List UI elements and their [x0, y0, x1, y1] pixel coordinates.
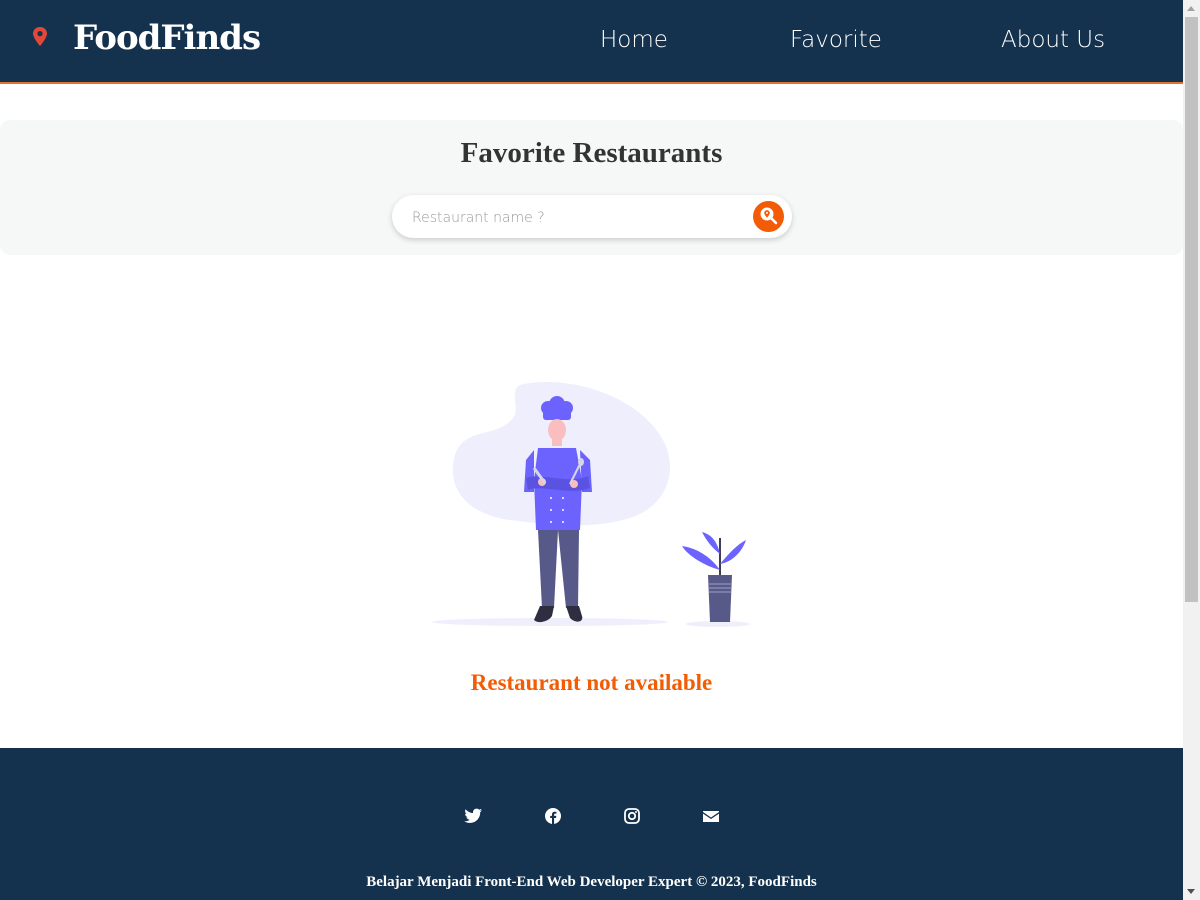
facebook-icon — [545, 808, 561, 824]
site-footer: Belajar Menjadi Front-End Web Developer … — [0, 748, 1183, 900]
twitter-icon — [464, 808, 482, 823]
facebook-link[interactable] — [543, 808, 563, 824]
scrollbar-thumb[interactable] — [1185, 17, 1198, 602]
page-title: Favorite Restaurants — [460, 137, 723, 169]
main-nav: Home Favorite About Us — [0, 27, 1183, 57]
twitter-link[interactable] — [463, 808, 483, 824]
footer-copyright: Belajar Menjadi Front-End Web Developer … — [366, 874, 817, 890]
search-button[interactable] — [753, 201, 784, 232]
scroll-down-arrow-icon[interactable] — [1183, 883, 1200, 900]
email-icon — [703, 811, 719, 822]
instagram-icon — [624, 808, 640, 824]
page: FoodFinds Home Favorite About Us Favorit… — [0, 0, 1183, 900]
chef-illustration — [432, 382, 750, 627]
empty-state-message: Restaurant not available — [470, 670, 713, 695]
search-location-icon — [760, 207, 778, 225]
nav-link-home[interactable]: Home — [600, 27, 668, 53]
instagram-link[interactable] — [622, 808, 642, 824]
search-bar — [392, 195, 792, 238]
search-hero: Favorite Restaurants — [0, 120, 1183, 255]
email-link[interactable] — [701, 808, 721, 824]
scroll-up-arrow-icon[interactable] — [1183, 0, 1200, 17]
nav-link-favorite[interactable]: Favorite — [790, 27, 882, 53]
search-input[interactable] — [410, 206, 744, 230]
vertical-scrollbar[interactable] — [1183, 0, 1200, 900]
site-header: FoodFinds Home Favorite About Us — [0, 0, 1183, 84]
nav-link-about-us[interactable]: About Us — [1001, 27, 1105, 53]
